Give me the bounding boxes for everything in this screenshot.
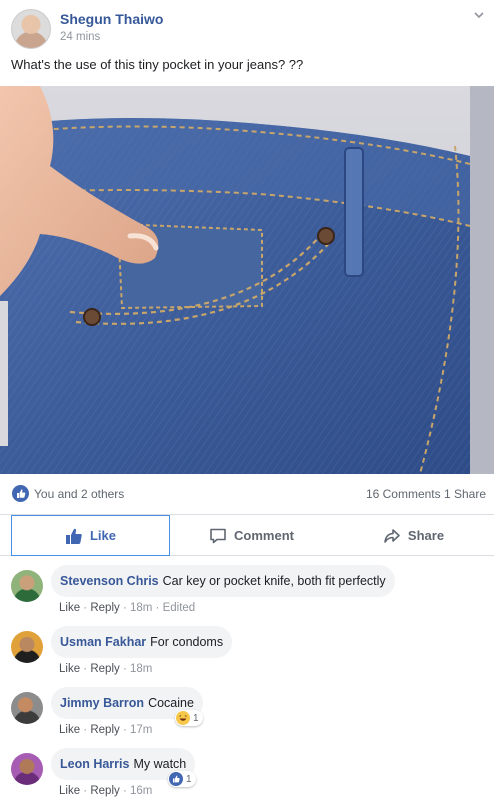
- avatar[interactable]: [11, 631, 43, 663]
- share-button[interactable]: Share: [333, 515, 494, 556]
- chevron-down-icon[interactable]: [472, 8, 486, 22]
- comment-edited[interactable]: Edited: [163, 602, 196, 614]
- laughing-emoji-icon: [176, 711, 190, 725]
- reaction-count: 1: [186, 773, 192, 785]
- comment-meta: Like · Reply · 16m: [59, 785, 153, 797]
- comment-item: Stevenson Chris Car key or pocket knife,…: [0, 562, 494, 622]
- comment-reply-link[interactable]: Reply: [90, 602, 119, 614]
- thumbs-up-icon: [65, 528, 82, 544]
- comment-time[interactable]: 18m: [130, 663, 152, 675]
- comment-meta: Like · Reply · 18m: [59, 663, 153, 675]
- comment-like-link[interactable]: Like: [59, 602, 80, 614]
- comment-text: For condoms: [150, 635, 224, 649]
- comment-bubble: Usman Fakhar For condoms: [51, 626, 233, 658]
- share-arrow-icon: [384, 528, 400, 543]
- like-reaction-icon: [12, 485, 29, 502]
- avatar[interactable]: [11, 692, 43, 724]
- post-author[interactable]: Shegun Thaiwo: [60, 11, 163, 27]
- avatar[interactable]: [11, 570, 43, 602]
- post-header: Shegun Thaiwo 24 mins What's the use of …: [0, 0, 494, 86]
- like-button-label: Like: [89, 528, 116, 543]
- likers-text[interactable]: You and 2 others: [34, 487, 124, 501]
- comment-reply-link[interactable]: Reply: [90, 724, 119, 736]
- like-button[interactable]: Like: [11, 515, 170, 556]
- post-timestamp[interactable]: 24 mins: [60, 31, 100, 43]
- comment-reply-link[interactable]: Reply: [90, 785, 119, 797]
- comment-like-link[interactable]: Like: [59, 785, 80, 797]
- action-bar: Like Comment Share: [0, 514, 494, 556]
- comment-time[interactable]: 18m: [130, 602, 152, 614]
- comment-text: Car key or pocket knife, both fit perfec…: [162, 574, 386, 588]
- comment-text: My watch: [133, 757, 187, 771]
- share-button-label: Share: [407, 528, 445, 543]
- comment-bubble: Stevenson Chris Car key or pocket knife,…: [51, 565, 395, 597]
- comment-like-link[interactable]: Like: [59, 663, 80, 675]
- comment-time[interactable]: 17m: [130, 724, 152, 736]
- commenter-name[interactable]: Jimmy Barron: [60, 696, 144, 710]
- comment-item: Leon Harris My watch 1 Like · Reply · 16…: [0, 745, 494, 802]
- comments-shares-count[interactable]: 16 Comments 1 Share: [366, 487, 486, 501]
- comment-reaction[interactable]: 1: [175, 710, 203, 726]
- avatar[interactable]: [11, 753, 43, 785]
- comment-reaction[interactable]: 1: [168, 771, 196, 787]
- commenter-name[interactable]: Leon Harris: [60, 757, 129, 771]
- comment-item: Jimmy Barron Cocaine 1 Like · Reply · 17…: [0, 684, 494, 744]
- comment-item: Usman Fakhar For condoms Like · Reply · …: [0, 623, 494, 683]
- comment-like-link[interactable]: Like: [59, 724, 80, 736]
- post-photo[interactable]: [0, 86, 494, 474]
- like-reaction-icon: [169, 772, 183, 786]
- reaction-count: 1: [193, 712, 199, 724]
- comment-text: Cocaine: [148, 696, 194, 710]
- reaction-summary: You and 2 others 16 Comments 1 Share: [0, 474, 494, 514]
- post-text: What's the use of this tiny pocket in yo…: [11, 57, 304, 72]
- comment-time[interactable]: 16m: [130, 785, 152, 797]
- comment-reply-link[interactable]: Reply: [90, 663, 119, 675]
- commenter-name[interactable]: Stevenson Chris: [60, 574, 159, 588]
- comment-button-label: Comment: [234, 528, 294, 543]
- commenter-name[interactable]: Usman Fakhar: [60, 635, 146, 649]
- comment-button[interactable]: Comment: [170, 515, 333, 556]
- comment-meta: Like · Reply · 18m · Edited: [59, 602, 196, 614]
- jeans-photo-image: [0, 86, 494, 474]
- speech-bubble-icon: [210, 528, 226, 543]
- comment-meta: Like · Reply · 17m: [59, 724, 153, 736]
- avatar[interactable]: [11, 9, 51, 49]
